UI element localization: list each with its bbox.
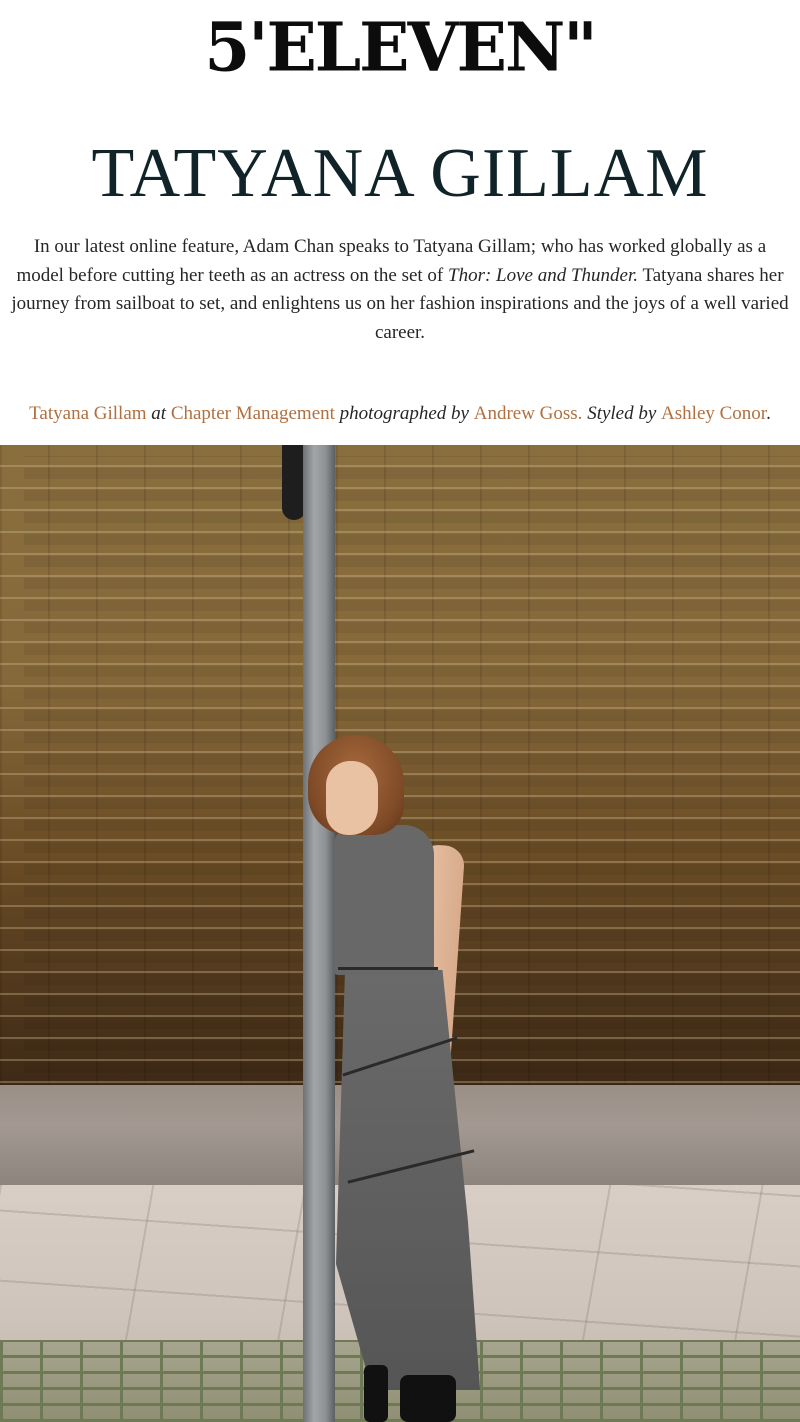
article-title: TATYANA GILLAM (91, 135, 709, 212)
site-logo[interactable]: 5'ELEVEN" (0, 9, 800, 84)
figure-face (326, 761, 378, 835)
figure-boot (400, 1375, 456, 1422)
site-header: 5'ELEVEN" (0, 0, 800, 100)
figure-boot (364, 1365, 388, 1422)
photo-model-figure (300, 735, 500, 1422)
credit-end-punct: . (766, 403, 771, 424)
agency-link[interactable]: Chapter Management (171, 403, 335, 424)
photographer-link[interactable]: Andrew Goss. (474, 403, 583, 424)
figure-dress-top (334, 825, 434, 975)
article-intro: In our latest online feature, Adam Chan … (8, 233, 792, 347)
credit-at-text: at (146, 403, 171, 424)
photo-credits: Tatyana Gillam at Chapter Management pho… (0, 400, 800, 428)
credit-photographed-by-text: photographed by (334, 403, 474, 424)
credit-styled-by-text: Styled by (582, 403, 662, 424)
figure-dress-seam (338, 967, 438, 970)
model-link[interactable]: Tatyana Gillam (29, 403, 146, 424)
intro-film-title: Thor: Love and Thunder. (448, 264, 639, 286)
stylist-link[interactable]: Ashley Conor (661, 403, 766, 424)
feature-photo (0, 445, 800, 1422)
